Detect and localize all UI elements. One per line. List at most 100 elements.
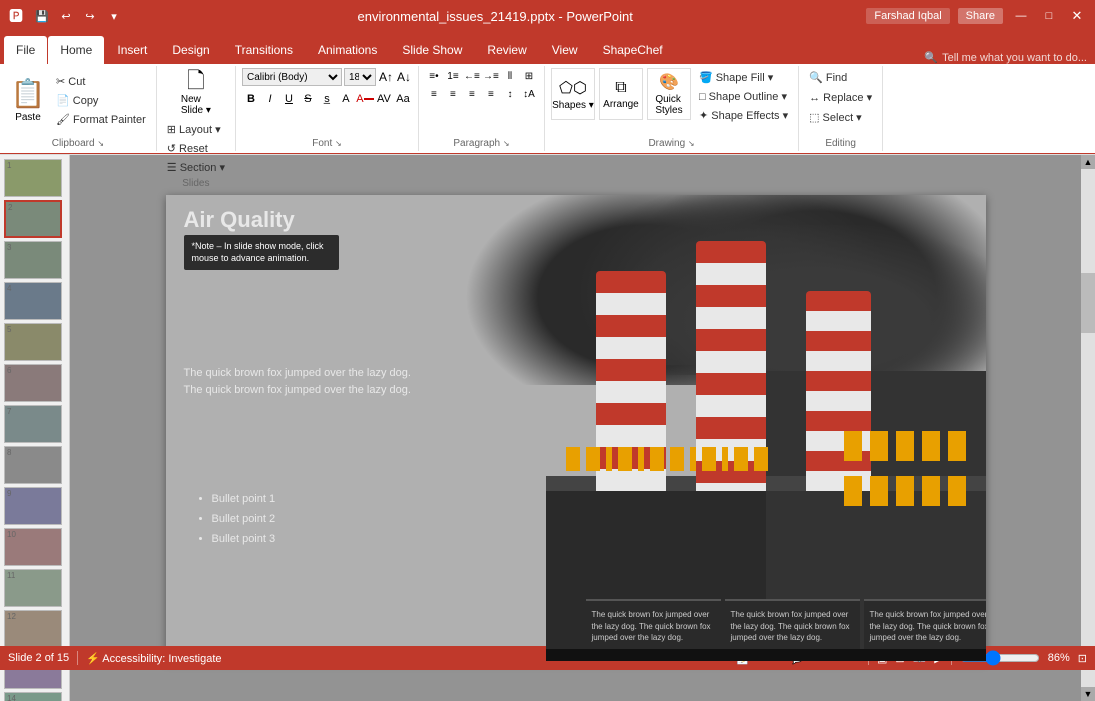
quick-access-toolbar: 💾 ↩ ↪ ▾	[32, 6, 124, 26]
arrange-icon: ⧉	[615, 79, 626, 97]
scroll-up-button[interactable]: ▲	[1081, 155, 1095, 169]
tab-insert[interactable]: Insert	[105, 36, 159, 64]
smart-art-button[interactable]: ⊞	[520, 68, 538, 84]
paste-button[interactable]: 📋 Paste	[6, 68, 50, 132]
accessibility-button[interactable]: ⚡ Accessibility: Investigate	[86, 652, 221, 665]
cut-button[interactable]: ✂ Cut	[52, 72, 150, 90]
slide-canvas[interactable]: Air Quality *Note – In slide show mode, …	[166, 195, 986, 661]
fit-slide-button[interactable]: ⊡	[1078, 652, 1087, 665]
paragraph-expand[interactable]: ↘	[503, 139, 510, 148]
slide-thumb-9[interactable]: 9	[4, 487, 62, 525]
slide-thumb-1[interactable]: 1	[4, 159, 62, 197]
line-spacing-button[interactable]: ↕	[501, 86, 519, 102]
slide-thumb-8[interactable]: 8	[4, 446, 62, 484]
slide-thumb-3[interactable]: 3	[4, 241, 62, 279]
decrease-indent-button[interactable]: ←≡	[463, 68, 481, 84]
scroll-thumb[interactable]	[1081, 273, 1095, 333]
arrange-col: ⧉ Arrange	[599, 68, 643, 120]
arrange-button[interactable]: ⧉ Arrange	[599, 68, 643, 120]
format-painter-button[interactable]: 🖌 Format Painter	[52, 110, 150, 128]
font-family-select[interactable]: Calibri (Body)	[242, 68, 342, 86]
char-spacing-button[interactable]: AV	[375, 90, 393, 108]
slide-thumb-5[interactable]: 5	[4, 323, 62, 361]
underline-button[interactable]: U	[280, 90, 298, 108]
paragraph-group: ≡• 1≡ ←≡ →≡ ⫴ ⊞ ≡ ≡ ≡ ≡ ↕ ↕A Paragraph ↘	[419, 66, 545, 151]
strikethrough-button[interactable]: S	[299, 90, 317, 108]
font-expand[interactable]: ↘	[335, 139, 342, 148]
tab-design[interactable]: Design	[160, 36, 221, 64]
slide-thumb-12[interactable]: 12	[4, 610, 62, 648]
zoom-level[interactable]: 86%	[1048, 652, 1070, 664]
tab-review[interactable]: Review	[475, 36, 538, 64]
slide-thumb-6[interactable]: 6	[4, 364, 62, 402]
slide-thumb-10[interactable]: 10	[4, 528, 62, 566]
font-case-button[interactable]: Aa	[394, 90, 412, 108]
text-direction-button[interactable]: ↕A	[520, 86, 538, 102]
text-shadow-button[interactable]: s̲	[318, 90, 336, 108]
clear-format-button[interactable]: A	[337, 90, 355, 108]
layout-button[interactable]: ⊞ Layout ▾	[163, 120, 229, 138]
align-right-button[interactable]: ≡	[463, 86, 481, 102]
replace-button[interactable]: ↔ Replace ▾	[805, 88, 876, 106]
customize-qat-btn[interactable]: ▾	[104, 6, 124, 26]
slide-thumb-2[interactable]: 2	[4, 200, 62, 238]
drawing-expand[interactable]: ↘	[688, 139, 695, 148]
vertical-scrollbar[interactable]: ▲ ▼	[1081, 155, 1095, 701]
clipboard-expand[interactable]: ↘	[97, 139, 104, 148]
slide-num-10: 10	[7, 530, 16, 539]
bullets-button[interactable]: ≡•	[425, 68, 443, 84]
drawing-group: ⬠⬡ Shapes ▾ ⧉ Arrange 🎨 QuickStyles	[545, 66, 799, 151]
save-btn[interactable]: 💾	[32, 6, 52, 26]
scroll-down-button[interactable]: ▼	[1081, 687, 1095, 701]
font-size-increase[interactable]: A↑	[378, 69, 394, 85]
align-center-button[interactable]: ≡	[444, 86, 462, 102]
factory-windows-top	[566, 447, 768, 471]
slide-panel: 1 2 3 4 5 6 7 8 9 10 11	[0, 155, 70, 701]
justify-button[interactable]: ≡	[482, 86, 500, 102]
tab-file[interactable]: File	[4, 36, 47, 64]
quick-styles-button[interactable]: 🎨 QuickStyles	[647, 68, 691, 120]
italic-button[interactable]: I	[261, 90, 279, 108]
shape-effects-button[interactable]: ✦ Shape Effects ▾	[695, 106, 792, 124]
window	[670, 447, 684, 471]
slide-thumb-7[interactable]: 7	[4, 405, 62, 443]
window	[702, 447, 716, 471]
font-color-button[interactable]: A	[356, 90, 374, 108]
shape-fill-button[interactable]: 🪣 Shape Fill ▾	[695, 68, 792, 86]
share-button[interactable]: Share	[958, 8, 1003, 24]
bold-button[interactable]: B	[242, 90, 260, 108]
font-size-decrease[interactable]: A↓	[396, 69, 412, 85]
tell-me-box[interactable]: Tell me what you want to do...	[942, 52, 1087, 64]
tab-slideshow[interactable]: Slide Show	[390, 36, 474, 64]
redo-btn[interactable]: ↪	[80, 6, 100, 26]
shape-outline-button[interactable]: □ Shape Outline ▾	[695, 87, 792, 105]
maximize-button[interactable]: □	[1039, 6, 1059, 26]
clipboard-content: 📋 Paste ✂ Cut 📄 Copy 🖌 Format Painter	[6, 68, 150, 136]
tab-transitions[interactable]: Transitions	[223, 36, 305, 64]
close-button[interactable]: ✕	[1067, 6, 1087, 26]
slide-thumb-14[interactable]: 14	[4, 692, 62, 701]
increase-indent-button[interactable]: →≡	[482, 68, 500, 84]
slide-thumb-4[interactable]: 4	[4, 282, 62, 320]
new-slide-button[interactable]: 🗋 NewSlide ▾	[175, 68, 217, 118]
new-slide-icon: 🗋	[187, 70, 205, 92]
font-size-select[interactable]: 18	[344, 68, 376, 86]
tab-view[interactable]: View	[540, 36, 590, 64]
shapes-button[interactable]: ⬠⬡ Shapes ▾	[551, 68, 595, 120]
align-left-button[interactable]: ≡	[425, 86, 443, 102]
copy-button[interactable]: 📄 Copy	[52, 91, 150, 109]
numbering-button[interactable]: 1≡	[444, 68, 462, 84]
user-name[interactable]: Farshad Iqbal	[866, 8, 949, 24]
minimize-button[interactable]: —	[1011, 6, 1031, 26]
tab-animations[interactable]: Animations	[306, 36, 389, 64]
columns-button[interactable]: ⫴	[501, 68, 519, 84]
window	[870, 476, 888, 506]
tab-shapechef[interactable]: ShapeChef	[591, 36, 675, 64]
slide-num-1: 1	[7, 161, 11, 170]
slide-thumb-11[interactable]: 11	[4, 569, 62, 607]
tab-home[interactable]: Home	[48, 36, 104, 64]
find-button[interactable]: 🔍 Find	[805, 68, 851, 86]
undo-btn[interactable]: ↩	[56, 6, 76, 26]
ribbon: File Home Insert Design Transitions Anim…	[0, 32, 1095, 155]
select-button[interactable]: ⬚ Select ▾	[805, 108, 866, 126]
